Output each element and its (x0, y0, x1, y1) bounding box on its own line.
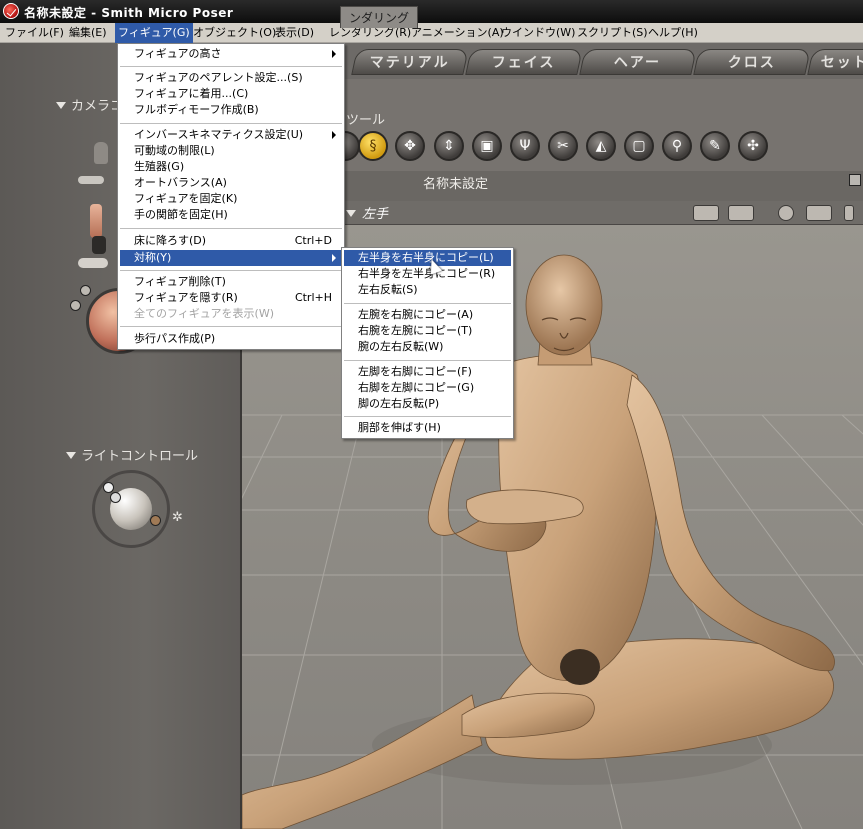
tab-cloth[interactable]: クロス (693, 49, 811, 75)
view-magnifier-icon[interactable]: ⚲ (662, 131, 692, 161)
direct-manipulation-icon[interactable]: ✣ (738, 131, 768, 161)
figure-head (525, 254, 603, 356)
menu-object[interactable]: オブジェクト(O) (190, 23, 279, 43)
document-window-header (342, 171, 863, 201)
camera-small-ball-icon[interactable] (80, 285, 91, 296)
tab-material[interactable]: マテリアル (351, 49, 469, 75)
window-title: 名称未設定 - Smith Micro Poser (24, 6, 234, 20)
morph-brush-icon[interactable]: ✎ (700, 131, 730, 161)
menu-separator (344, 360, 511, 361)
menu-file[interactable]: ファイル(F) (2, 23, 67, 43)
select-camera-icon[interactable] (728, 205, 754, 221)
menu-item-set-figure-parent[interactable]: フィギュアのペアレント設定...(S) (120, 70, 342, 86)
menu-item-genitalia[interactable]: 生殖器(G) (120, 159, 342, 175)
menu-separator (120, 66, 342, 67)
menu-item-right-arm-to-left[interactable]: 右腕を左腕にコピー(T) (344, 323, 511, 339)
move-view-icon[interactable] (806, 205, 832, 221)
twist-icon[interactable]: § (358, 131, 388, 161)
current-actor-menu[interactable]: 左手 (346, 203, 388, 222)
tab-setup[interactable]: セット (807, 49, 863, 75)
menu-item-hide-figure[interactable]: フィギュアを隠す(R) Ctrl+H (120, 290, 342, 306)
menu-item-swap-right-left[interactable]: 左右反転(S) (344, 282, 511, 298)
menu-separator (120, 270, 342, 271)
menu-item-figure-height[interactable]: フィギュアの高さ (120, 46, 342, 62)
menu-item-auto-balance[interactable]: オートバランス(A) (120, 175, 342, 191)
menu-separator (344, 303, 511, 304)
menu-figure[interactable]: フィギュア(G) (115, 23, 193, 43)
menu-item-conform-to[interactable]: フィギュアに着用...(C) (120, 86, 342, 102)
menu-bar: ファイル(F) 編集(E) フィギュア(G) オブジェクト(O) 表示(D) レ… (0, 23, 863, 43)
document-title: 名称未設定 (423, 177, 489, 192)
dropdown-triangle-icon (346, 210, 356, 217)
menu-item-show-all-figures: 全てのフィギュアを表示(W) (134, 307, 275, 320)
scale-view-icon[interactable] (844, 205, 854, 221)
left-hand-camera-icon[interactable] (78, 176, 104, 184)
light-controls-label[interactable]: ライトコントロール (66, 445, 198, 464)
menu-item-swap-legs[interactable]: 脚の左右反転(P) (344, 396, 511, 412)
menu-separator (120, 228, 342, 229)
collapse-triangle-icon (66, 452, 76, 459)
menu-separator (120, 123, 342, 124)
menu-item-create-full-body-morph[interactable]: フルボディモーフ作成(B) (120, 102, 342, 118)
menu-display[interactable]: 表示(D) (272, 23, 317, 43)
hand-camera-icon[interactable] (94, 142, 108, 164)
menu-item-left-arm-to-right[interactable]: 左腕を右腕にコピー(A) (344, 307, 511, 323)
preview-style-icon[interactable] (778, 205, 794, 221)
menu-item-lock-figure[interactable]: フィギュアを固定(K) (120, 191, 342, 207)
collapse-triangle-icon (56, 102, 66, 109)
submenu-arrow-icon (332, 254, 336, 262)
right-hand-camera-icon[interactable] (78, 258, 108, 268)
menu-separator (344, 416, 511, 417)
translate-in-out-icon[interactable]: ⇕ (434, 131, 464, 161)
grouping-icon[interactable]: ▢ (624, 131, 654, 161)
editing-tools-label: ツール (346, 113, 386, 128)
menu-item-drop-to-floor[interactable]: 床に降ろす(D) Ctrl+D (120, 233, 342, 249)
menu-item-straighten-torso[interactable]: 胴部を伸ばす(H) (344, 420, 511, 436)
scale-icon[interactable]: ▣ (472, 131, 502, 161)
light-handle-2[interactable] (110, 492, 121, 503)
menu-scripts[interactable]: スクリプト(S) (574, 23, 651, 43)
camera-view-icon[interactable] (693, 205, 719, 221)
menu-edit[interactable]: 編集(E) (66, 23, 110, 43)
title-bar: 名称未設定 - Smith Micro Poser (0, 0, 863, 23)
menu-help[interactable]: ヘルプ(H) (645, 23, 701, 43)
menu-item-use-limits[interactable]: 可動域の制限(L) (120, 143, 342, 159)
camera-controls-label[interactable]: カメラコ (56, 95, 123, 114)
menu-item-symmetry[interactable]: 対称(Y) (120, 250, 342, 266)
menu-item-delete-figure[interactable]: フィギュア削除(T) (120, 274, 342, 290)
color-icon[interactable]: ◭ (586, 131, 616, 161)
symmetry-submenu: 左半身を右半身にコピー(L) 右半身を左半身にコピー(R) 左右反転(S) 左腕… (341, 247, 514, 439)
submenu-arrow-icon (332, 131, 336, 139)
menu-item-left-leg-to-right[interactable]: 左脚を右脚にコピー(F) (344, 364, 511, 380)
chain-break-icon[interactable]: ✂ (548, 131, 578, 161)
flyaround-camera-icon[interactable] (92, 236, 106, 254)
taper-icon[interactable]: Ψ (510, 131, 540, 161)
menu-item-inverse-kinematics[interactable]: インバースキネマティクス設定(U) (120, 127, 342, 143)
tab-render[interactable]: ンダリング (340, 6, 419, 28)
translate-icon[interactable]: ✥ (395, 131, 425, 161)
poser-app-icon[interactable] (3, 3, 19, 19)
menu-separator (120, 326, 342, 327)
menu-item-lock-hand-parts[interactable]: 手の関節を固定(H) (120, 207, 342, 223)
menu-window[interactable]: ウインドウ(W) (498, 23, 578, 43)
new-light-icon[interactable]: ✲ (172, 510, 183, 525)
menu-item-right-leg-to-left[interactable]: 右脚を左脚にコピー(G) (344, 380, 511, 396)
tab-hair[interactable]: ヘアー (579, 49, 697, 75)
menu-item-swap-arms[interactable]: 腕の左右反転(W) (344, 339, 511, 355)
figure-menu-dropdown: フィギュアの高さ フィギュアのペアレント設定...(S) フィギュアに着用...… (117, 43, 345, 350)
light-handle-3[interactable] (150, 515, 161, 526)
light-handle-1[interactable] (103, 482, 114, 493)
submenu-arrow-icon (332, 50, 336, 58)
head-camera-icon[interactable] (90, 204, 102, 238)
camera-small-ball-icon[interactable] (70, 300, 81, 311)
room-tabs: マテリアル フェイス ヘアー クロス セット (342, 43, 863, 79)
menu-item-create-walk-path[interactable]: 歩行パス作成(P) (120, 331, 342, 347)
document-window-close-icon[interactable] (849, 174, 861, 186)
menu-animation[interactable]: アニメーション(A) (408, 23, 507, 43)
tab-face[interactable]: フェイス (465, 49, 583, 75)
